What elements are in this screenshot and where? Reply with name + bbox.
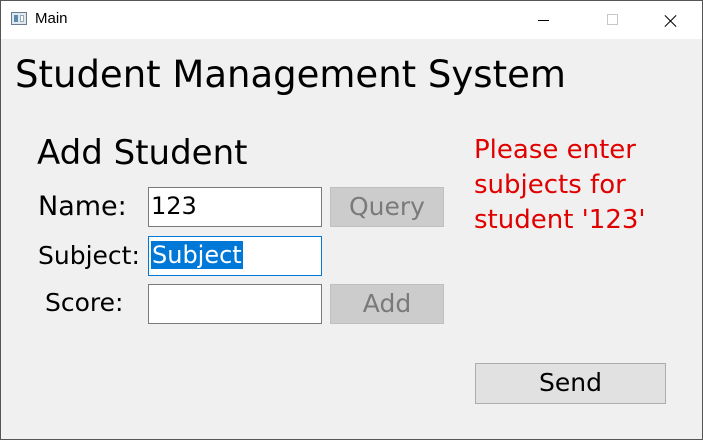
status-message: Please enter subjects for student '123' xyxy=(474,135,646,235)
main-window: Main Student Management System Add Stude… xyxy=(0,0,703,440)
title-bar[interactable]: Main xyxy=(1,1,702,39)
subject-input[interactable]: Subject xyxy=(148,236,322,276)
close-icon xyxy=(664,14,678,28)
query-button[interactable]: Query xyxy=(330,187,444,227)
add-button[interactable]: Add xyxy=(330,284,444,324)
name-input[interactable]: 123 xyxy=(148,187,322,227)
score-label: Score: xyxy=(45,288,124,317)
subject-label: Subject: xyxy=(38,241,140,270)
window-title: Main xyxy=(35,10,68,27)
send-button[interactable]: Send xyxy=(475,363,666,404)
maximize-button[interactable] xyxy=(590,1,636,39)
app-title: Student Management System xyxy=(15,53,566,96)
minimize-button[interactable] xyxy=(520,1,566,39)
name-input-value: 123 xyxy=(151,192,197,220)
minimize-icon xyxy=(538,20,549,21)
maximize-icon xyxy=(607,14,618,25)
window-app-icon xyxy=(11,12,27,25)
name-label: Name: xyxy=(38,191,127,222)
section-title: Add Student xyxy=(37,133,248,173)
close-button[interactable] xyxy=(650,1,696,39)
subject-input-value: Subject xyxy=(151,241,243,269)
score-input[interactable] xyxy=(148,284,322,324)
